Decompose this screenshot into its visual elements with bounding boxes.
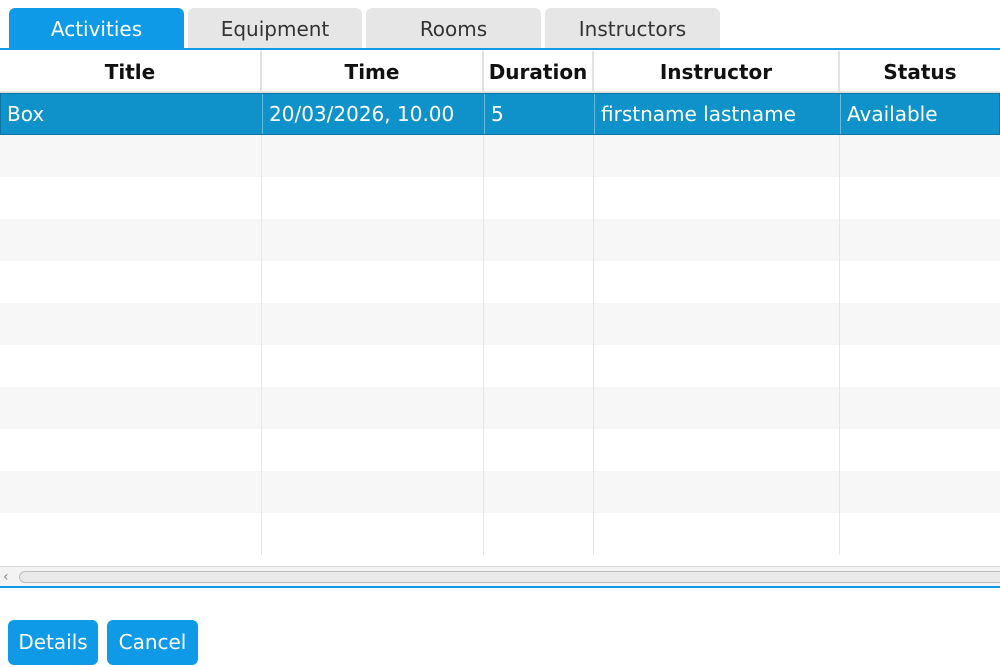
empty-cell — [484, 471, 594, 513]
empty-cell — [840, 219, 1000, 261]
empty-cell — [484, 303, 594, 345]
empty-table-row[interactable] — [0, 387, 1000, 429]
empty-cell — [0, 387, 262, 429]
empty-cell — [840, 471, 1000, 513]
empty-cell — [594, 135, 840, 177]
empty-cell — [262, 219, 484, 261]
tab-equipment[interactable]: Equipment — [188, 8, 362, 50]
activities-table: Title Time Duration Instructor Status Bo… — [0, 51, 1000, 566]
tab-underline — [0, 48, 1000, 50]
cell-duration: 5 — [485, 94, 595, 134]
empty-cell — [262, 261, 484, 303]
horizontal-scrollbar[interactable]: ‹ — [0, 566, 1000, 588]
empty-cell — [262, 429, 484, 471]
details-button[interactable]: Details — [8, 620, 98, 665]
scrollbar-thumb[interactable] — [19, 571, 1000, 583]
cell-instructor: firstname lastname — [595, 94, 841, 134]
empty-cell — [484, 177, 594, 219]
empty-cell — [0, 345, 262, 387]
empty-table-row[interactable] — [0, 513, 1000, 555]
empty-cell — [0, 471, 262, 513]
empty-cell — [594, 513, 840, 555]
empty-cell — [594, 387, 840, 429]
empty-cell — [262, 177, 484, 219]
empty-cell — [484, 429, 594, 471]
empty-cell — [262, 135, 484, 177]
empty-cell — [484, 261, 594, 303]
empty-cell — [594, 177, 840, 219]
empty-cell — [484, 219, 594, 261]
empty-cell — [594, 345, 840, 387]
empty-table-row[interactable] — [0, 135, 1000, 177]
table-row[interactable]: Box 20/03/2026, 10.00 5 firstname lastna… — [0, 93, 1000, 135]
empty-cell — [0, 135, 262, 177]
empty-cell — [840, 429, 1000, 471]
tab-activities[interactable]: Activities — [9, 8, 184, 50]
empty-cell — [594, 471, 840, 513]
cell-title: Box — [1, 94, 263, 134]
empty-cell — [594, 303, 840, 345]
empty-cell — [0, 429, 262, 471]
empty-cell — [262, 345, 484, 387]
tab-bar: Activities Equipment Rooms Instructors — [0, 0, 1000, 50]
tab-rooms[interactable]: Rooms — [366, 8, 541, 50]
column-header-time[interactable]: Time — [262, 51, 484, 93]
empty-cell — [594, 219, 840, 261]
empty-cell — [0, 261, 262, 303]
empty-cell — [262, 387, 484, 429]
empty-cell — [484, 345, 594, 387]
empty-cell — [594, 261, 840, 303]
empty-cell — [594, 429, 840, 471]
empty-table-row[interactable] — [0, 429, 1000, 471]
column-header-status[interactable]: Status — [840, 51, 1000, 93]
empty-cell — [0, 303, 262, 345]
empty-cell — [0, 219, 262, 261]
empty-cell — [0, 513, 262, 555]
empty-cell — [840, 303, 1000, 345]
column-header-title[interactable]: Title — [0, 51, 262, 93]
empty-cell — [840, 387, 1000, 429]
cell-status: Available — [847, 102, 938, 126]
empty-table-row[interactable] — [0, 471, 1000, 513]
empty-table-row[interactable] — [0, 303, 1000, 345]
empty-cell — [840, 345, 1000, 387]
empty-table-row[interactable] — [0, 345, 1000, 387]
empty-table-row[interactable] — [0, 261, 1000, 303]
column-header-duration[interactable]: Duration — [484, 51, 594, 93]
tab-instructors[interactable]: Instructors — [545, 8, 720, 50]
empty-table-row[interactable] — [0, 219, 1000, 261]
empty-cell — [840, 177, 1000, 219]
cancel-button[interactable]: Cancel — [107, 620, 198, 665]
empty-cell — [840, 261, 1000, 303]
empty-cell — [484, 135, 594, 177]
cell-time: 20/03/2026, 10.00 — [263, 94, 485, 134]
empty-cell — [840, 513, 1000, 555]
empty-cell — [0, 177, 262, 219]
empty-cell — [262, 471, 484, 513]
empty-table-row[interactable] — [0, 177, 1000, 219]
empty-cell — [262, 303, 484, 345]
empty-cell — [262, 513, 484, 555]
empty-cell — [840, 135, 1000, 177]
empty-cell — [484, 513, 594, 555]
column-header-instructor[interactable]: Instructor — [594, 51, 840, 93]
scroll-left-icon[interactable]: ‹ — [3, 567, 17, 587]
table-header: Title Time Duration Instructor Status — [0, 51, 1000, 93]
empty-cell — [484, 387, 594, 429]
